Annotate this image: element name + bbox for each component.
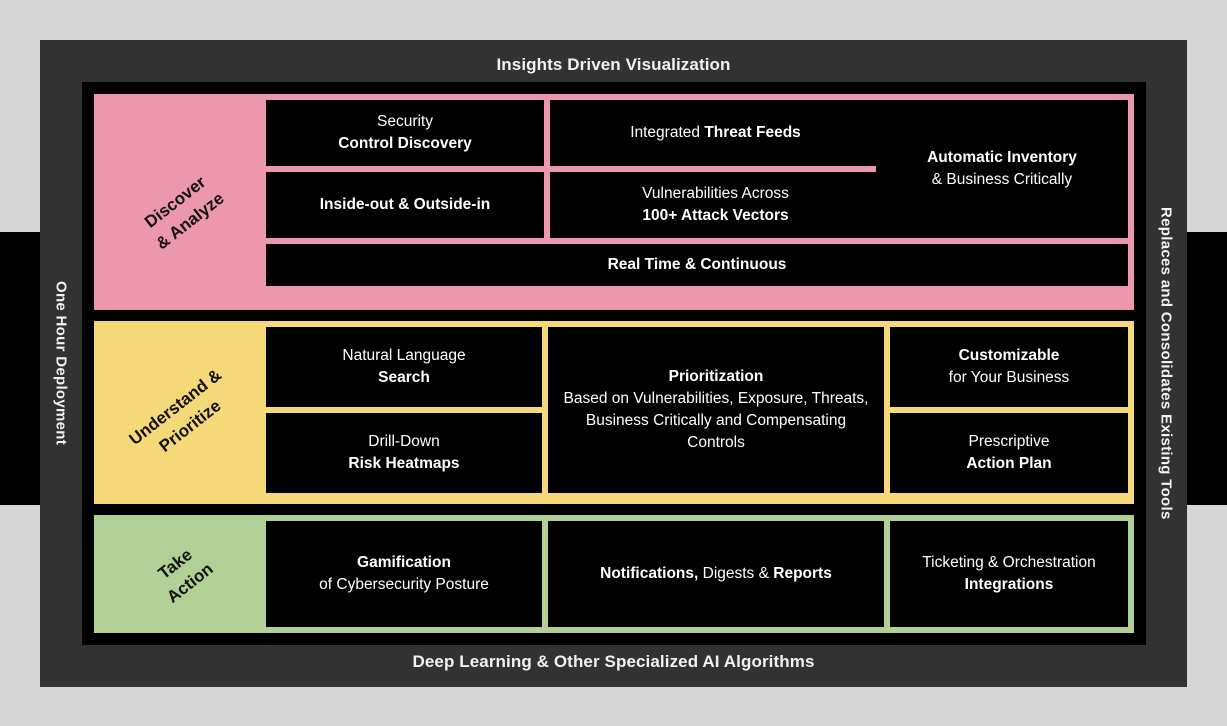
tile-drill-down-risk-heatmaps-strong: Risk Heatmaps (348, 455, 460, 473)
outer-frame: Insights Driven Visualization One Hour D… (40, 40, 1187, 687)
tile-inside-out-outside-in[interactable]: Inside-out & Outside-in (266, 172, 544, 238)
discover-row-1: Security Control Discovery Integrated Th… (266, 100, 881, 166)
tile-vulnerabilities-attack-vectors-normal: Vulnerabilities Across (642, 185, 789, 202)
band-body-understand: Natural Language Search Drill-Down Risk … (266, 327, 1128, 498)
understand-row: Natural Language Search Drill-Down Risk … (266, 327, 1128, 494)
tile-gamification-strong: Gamification (357, 554, 451, 571)
tile-integrated-threat-feeds-strong: Threat Feeds (704, 124, 801, 141)
tile-drill-down-risk-heatmaps[interactable]: Drill-Down Risk Heatmaps (266, 413, 542, 494)
tile-security-control-discovery-normal: Security (376, 113, 433, 130)
band-discover-analyze: Discover & Analyze Security Control Disc… (94, 94, 1134, 311)
discover-left-stack: Security Control Discovery Integrated Th… (266, 100, 881, 238)
tile-customizable[interactable]: Customizable for Your Business (890, 327, 1128, 408)
tile-prescriptive-action-plan[interactable]: Prescriptive Action Plan (890, 413, 1128, 494)
tile-automatic-inventory[interactable]: Automatic Inventory & Business Criticall… (876, 100, 1128, 238)
tile-notifications-digests-reports-strong1: Notifications, (600, 565, 699, 582)
tile-ticketing-orchestration[interactable]: Ticketing & Orchestration Integrations (890, 521, 1128, 627)
discover-row-upper: Security Control Discovery Integrated Th… (266, 100, 1128, 238)
tile-real-time-continuous[interactable]: Real Time & Continuous (266, 244, 1128, 286)
left-black-bleed (0, 232, 42, 505)
tile-prioritization[interactable]: Prioritization Based on Vulnerabilities,… (548, 327, 884, 494)
tile-gamification[interactable]: Gamification of Cybersecurity Posture (266, 521, 542, 627)
band-label-take-action: Take Action (100, 521, 266, 627)
tile-natural-language-search-strong: Search (378, 369, 430, 387)
band-understand-prioritize: Understand & Prioritize Natural Language… (94, 321, 1134, 504)
band-body-discover: Security Control Discovery Integrated Th… (266, 100, 1128, 304)
left-side-label: One Hour Deployment (40, 40, 82, 687)
tile-notifications-digests-reports[interactable]: Notifications, Digests & Reports (548, 521, 884, 627)
tile-integrated-threat-feeds-normal: Integrated (630, 124, 705, 141)
band-label-discover: Discover & Analyze (100, 100, 266, 304)
tile-customizable-strong: Customizable (958, 347, 1060, 365)
tile-prescriptive-action-plan-normal: Prescriptive (968, 433, 1050, 451)
tile-security-control-discovery-strong: Control Discovery (338, 135, 472, 152)
discover-row-2: Inside-out & Outside-in Vulnerabilities … (266, 172, 881, 238)
diagram-footer: Deep Learning & Other Specialized AI Alg… (412, 652, 815, 671)
band-body-take-action: Gamification of Cybersecurity Posture No… (266, 521, 1128, 627)
tile-vulnerabilities-attack-vectors-strong: 100+ Attack Vectors (642, 207, 789, 224)
action-row: Gamification of Cybersecurity Posture No… (266, 521, 1128, 627)
tile-prescriptive-action-plan-strong: Action Plan (966, 455, 1052, 473)
tile-inside-out-outside-in-strong: Inside-out & Outside-in (319, 196, 491, 213)
tile-vulnerabilities-attack-vectors[interactable]: Vulnerabilities Across 100+ Attack Vecto… (550, 172, 881, 238)
tile-natural-language-search[interactable]: Natural Language Search (266, 327, 542, 408)
right-black-bleed (1185, 232, 1227, 505)
left-side-label-text: One Hour Deployment (52, 281, 70, 446)
tile-customizable-normal: for Your Business (948, 369, 1070, 387)
tile-ticketing-orchestration-normal: Ticketing & Orchestration (922, 554, 1096, 571)
right-side-label: Replaces and Consolidates Existing Tools (1145, 40, 1187, 687)
tile-natural-language-search-normal: Natural Language (342, 347, 466, 365)
tile-notifications-digests-reports-normal: Digests & (698, 565, 774, 582)
understand-right-stack: Customizable for Your Business Prescript… (890, 327, 1128, 494)
tile-security-control-discovery[interactable]: Security Control Discovery (266, 100, 544, 166)
tile-notifications-digests-reports-strong2: Reports (773, 565, 832, 582)
understand-left-stack: Natural Language Search Drill-Down Risk … (266, 327, 542, 494)
tile-real-time-continuous-strong: Real Time & Continuous (607, 256, 787, 273)
tile-prioritization-strong: Prioritization (668, 368, 764, 386)
tile-drill-down-risk-heatmaps-normal: Drill-Down (368, 433, 440, 451)
band-take-action: Take Action Gamification of Cybersecurit… (94, 515, 1134, 633)
tile-automatic-inventory-strong: Automatic Inventory (927, 149, 1077, 166)
discover-row-3: Real Time & Continuous (266, 244, 1128, 286)
diagram-canvas: Insights Driven Visualization One Hour D… (0, 0, 1227, 726)
diagram-title: Insights Driven Visualization (496, 55, 731, 74)
tile-automatic-inventory-normal: & Business Critically (931, 171, 1073, 188)
tile-ticketing-orchestration-strong: Integrations (964, 576, 1054, 593)
tile-gamification-normal: of Cybersecurity Posture (319, 576, 489, 593)
band-label-understand: Understand & Prioritize (100, 327, 266, 498)
tile-prioritization-normal: Based on Vulnerabilities, Exposure, Thre… (563, 390, 869, 452)
layers-panel: Discover & Analyze Security Control Disc… (82, 82, 1146, 645)
tile-integrated-threat-feeds[interactable]: Integrated Threat Feeds (550, 100, 881, 166)
right-side-label-text: Replaces and Consolidates Existing Tools (1157, 207, 1175, 520)
